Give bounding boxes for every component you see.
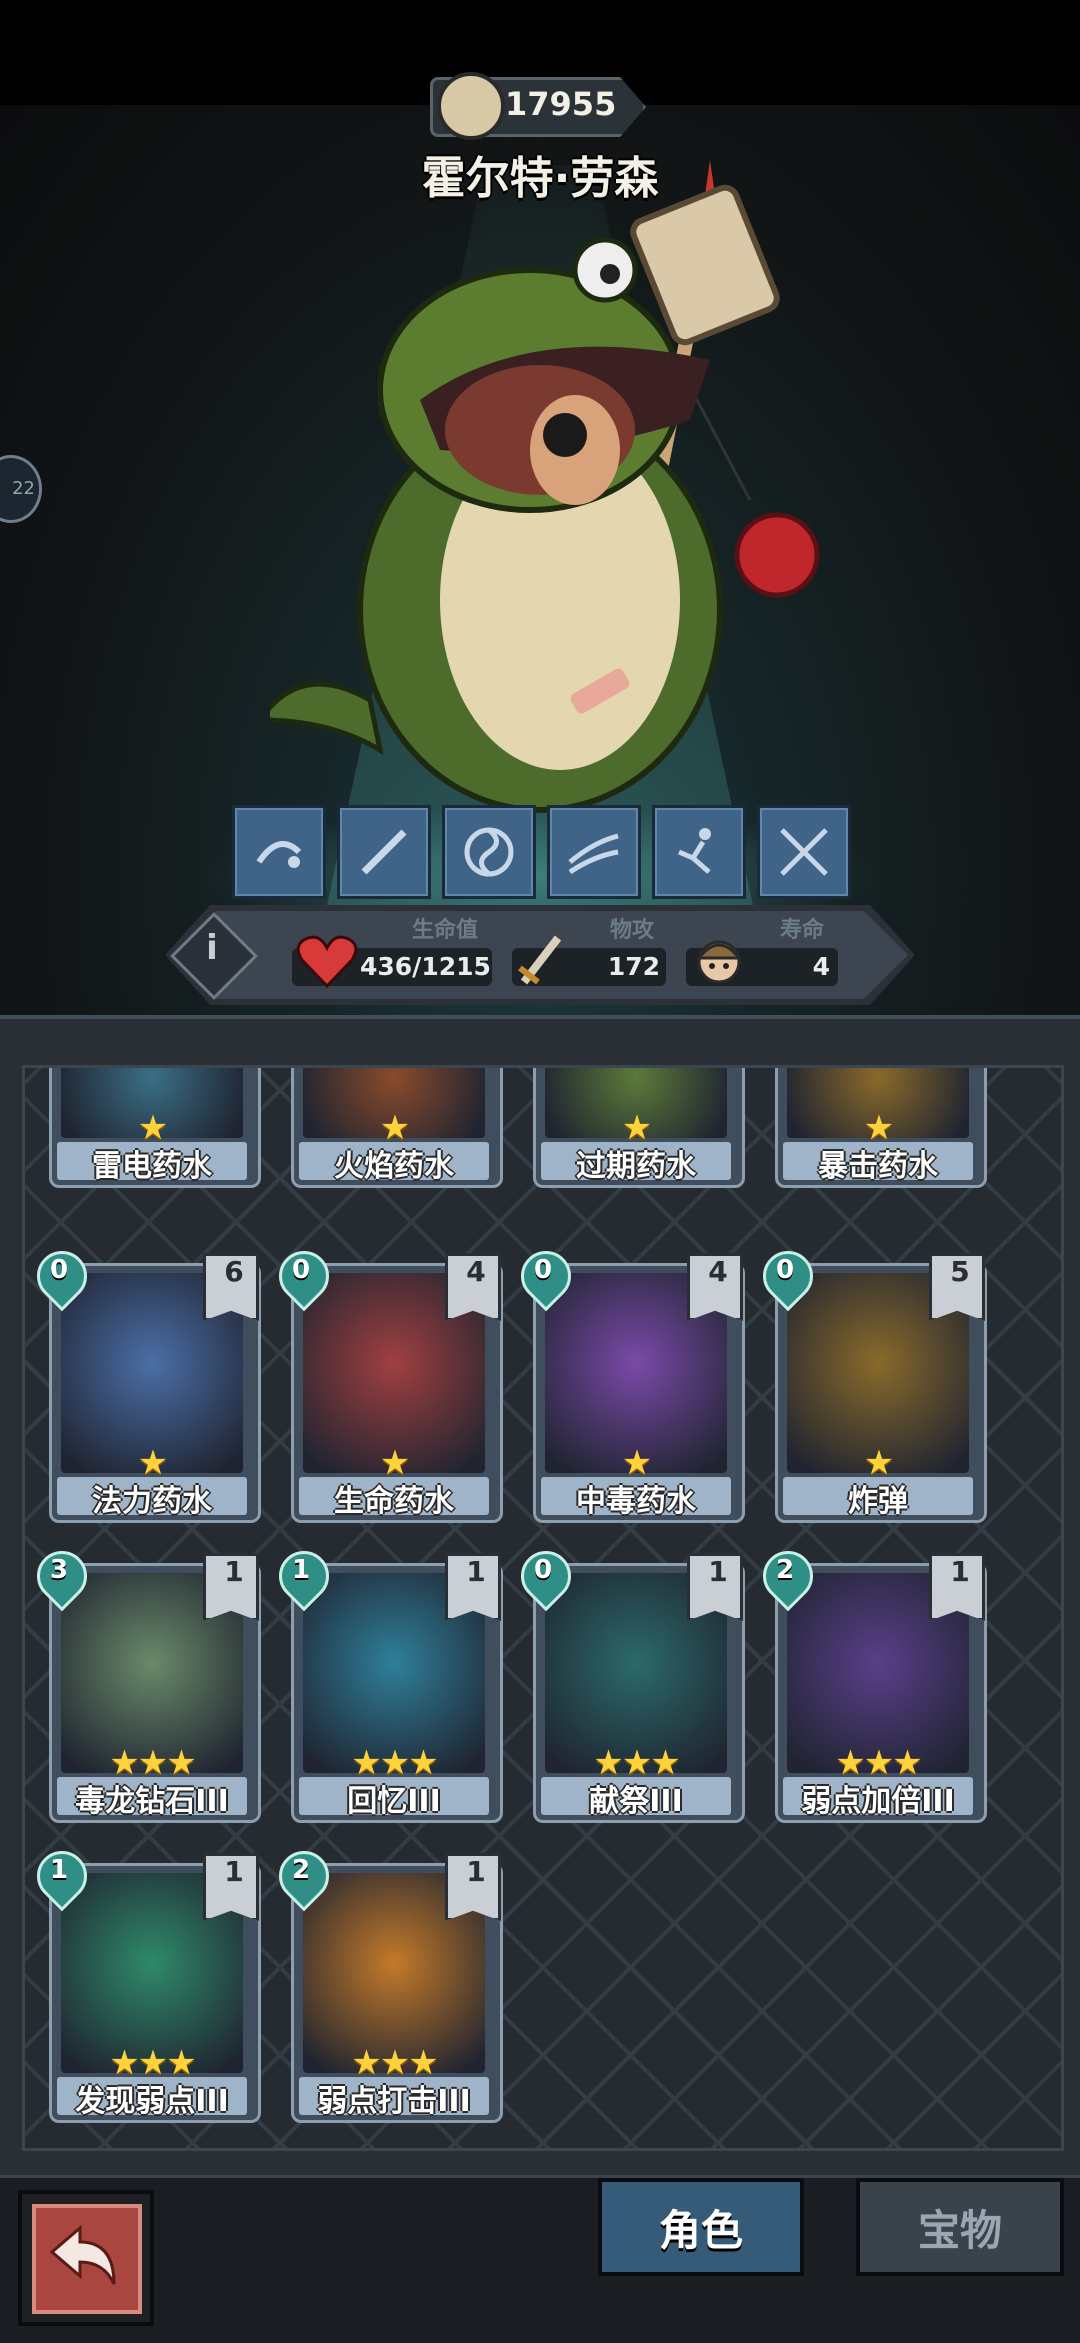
card-item[interactable]: ★★★ 献祭III 0 1 (510, 1540, 745, 1823)
crossed-swords-skill-icon (780, 828, 828, 876)
card-name: 暴击药水 (818, 1149, 938, 1184)
card-grid[interactable]: ★ 雷电药水 ★ 火焰药水 ★ 过期药水 ★ 暴击药水 ★ 法力药水 0 6 ★ 生命药水 0 4 ★ 中毒药水 0… (22, 1065, 1064, 2151)
skill-slot-6[interactable] (757, 805, 851, 899)
fish-hook-skill-icon (256, 841, 302, 868)
yin-yang-skill-icon (464, 827, 514, 877)
card-name: 生命药水 (334, 1484, 454, 1519)
card-cost: 0 (533, 1555, 553, 1585)
skill-slot-3[interactable] (442, 805, 536, 899)
card-cost: 2 (775, 1555, 795, 1585)
hero-name: 霍尔特·劳森 (421, 153, 659, 204)
card-count: 1 (466, 1855, 486, 1888)
skill-slot-1[interactable] (232, 805, 326, 899)
hero-character-art[interactable] (270, 160, 840, 820)
character-head-icon (695, 940, 743, 984)
blade-skill-icon (361, 829, 407, 875)
card-name: 回忆III (347, 1784, 441, 1819)
card-cost: 2 (291, 1855, 311, 1885)
power-value: 17955 (505, 85, 617, 123)
card-item[interactable]: ★ 过期药水 (533, 1068, 745, 1188)
skill-slot-2[interactable] (337, 805, 431, 899)
sword-power-icon (437, 72, 505, 140)
card-cost: 0 (49, 1255, 69, 1285)
card-count: 1 (224, 1555, 244, 1588)
card-cost: 3 (49, 1555, 69, 1585)
card-item[interactable]: ★★★ 回忆III 1 1 (268, 1540, 503, 1823)
card-name: 发现弱点III (75, 2084, 229, 2119)
hp-value: 436/1215 (360, 952, 491, 981)
card-cost: 0 (291, 1255, 311, 1285)
card-count: 4 (708, 1255, 728, 1288)
card-item[interactable]: ★ 火焰药水 (291, 1068, 503, 1188)
card-name: 弱点加倍III (801, 1784, 955, 1819)
card-name: 弱点打击III (317, 2084, 471, 2119)
skill-slot-5[interactable] (652, 805, 746, 899)
card-item[interactable]: ★ 法力药水 0 6 (26, 1240, 261, 1523)
card-name: 雷电药水 (92, 1149, 212, 1184)
card-count: 1 (466, 1555, 486, 1588)
kick-skill-icon (678, 828, 711, 874)
card-name: 过期药水 (576, 1149, 696, 1184)
tab-role[interactable]: 角色 (598, 2178, 804, 2276)
card-count: 1 (708, 1555, 728, 1588)
card-name: 火焰药水 (334, 1149, 454, 1184)
card-cost: 0 (533, 1255, 553, 1285)
life-value: 4 (812, 952, 830, 981)
card-name: 献祭III (589, 1784, 683, 1819)
attack-value: 172 (607, 952, 660, 981)
card-cost: 1 (49, 1855, 69, 1885)
attack-label: 物攻 (610, 918, 655, 943)
card-name: 毒龙钻石III (75, 1784, 229, 1819)
hp-label: 生命值 (412, 918, 479, 943)
card-item[interactable]: ★★★ 弱点打击III 2 1 (268, 1840, 503, 2123)
heart-icon (296, 935, 358, 989)
card-name: 法力药水 (92, 1484, 212, 1519)
back-arrow-icon (49, 2224, 116, 2285)
wind-slash-skill-icon (568, 833, 619, 875)
card-item[interactable]: ★★★ 发现弱点III 1 1 (26, 1840, 261, 2123)
card-name: 中毒药水 (576, 1484, 696, 1519)
info-icon: i (206, 928, 218, 968)
card-item[interactable]: ★ 暴击药水 (775, 1068, 987, 1188)
card-item[interactable]: ★ 炸弹 0 5 (752, 1240, 987, 1523)
card-count: 4 (466, 1255, 486, 1288)
skill-bar (232, 805, 852, 899)
card-item[interactable]: ★ 中毒药水 0 4 (510, 1240, 745, 1523)
tab-treasure[interactable]: 宝物 (856, 2178, 1064, 2276)
card-count: 1 (224, 1855, 244, 1888)
card-count: 1 (950, 1555, 970, 1588)
card-item[interactable]: ★ 生命药水 0 4 (268, 1240, 503, 1523)
card-count: 5 (950, 1255, 970, 1288)
skill-slot-4[interactable] (547, 805, 641, 899)
card-cost: 0 (775, 1255, 795, 1285)
card-item[interactable]: ★★★ 弱点加倍III 2 1 (752, 1540, 987, 1823)
card-cost: 1 (291, 1555, 311, 1585)
card-name: 炸弹 (848, 1484, 908, 1519)
card-item[interactable]: ★★★ 毒龙钻石III 3 1 (26, 1540, 261, 1823)
sword-icon (518, 935, 562, 985)
card-item[interactable]: ★ 雷电药水 (49, 1068, 261, 1188)
card-count: 6 (224, 1255, 244, 1288)
life-label: 寿命 (780, 918, 825, 943)
